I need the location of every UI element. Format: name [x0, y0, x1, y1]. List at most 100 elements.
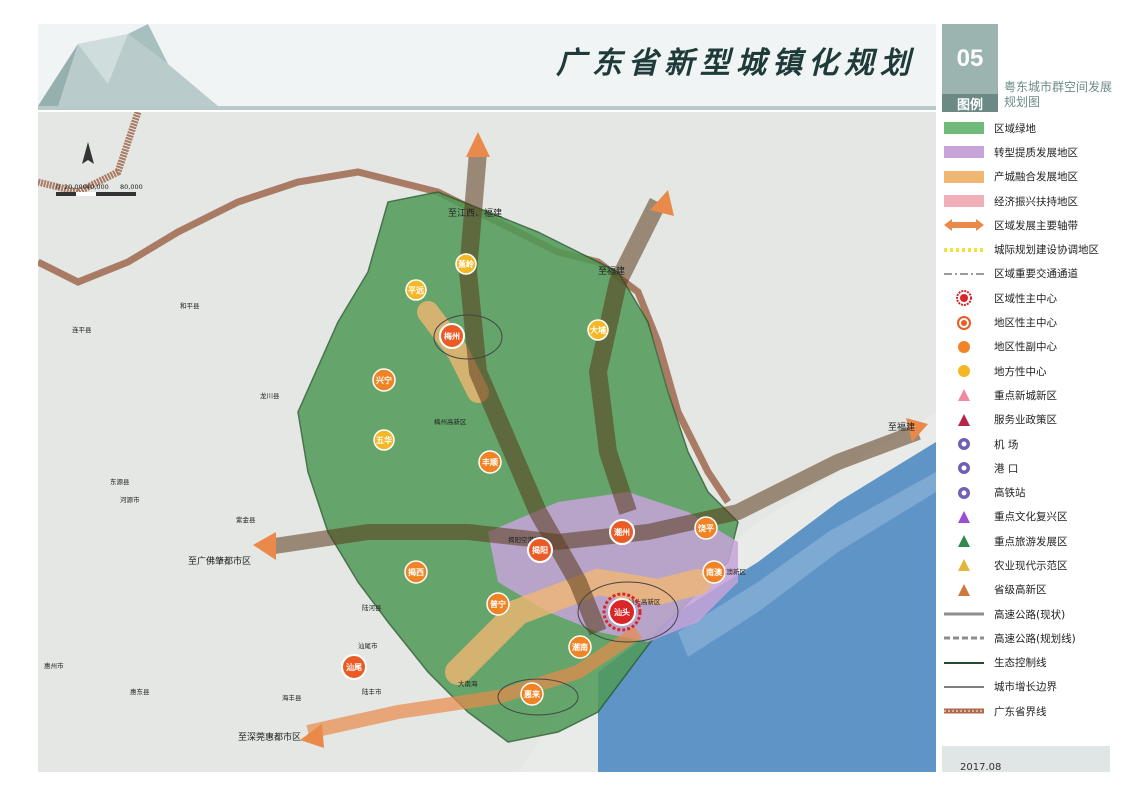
legend-item: 地区性主中心 — [942, 310, 1114, 334]
sheet-number: 05 — [942, 24, 998, 94]
yellow-dot-icon — [942, 363, 986, 379]
legend-item: 重点旅游发展区 — [942, 529, 1114, 553]
orange-dot-icon — [942, 339, 986, 355]
legend-label: 省级高新区 — [994, 584, 1047, 597]
label-meizhou: 梅州 — [444, 331, 460, 341]
yellow-dash-icon — [942, 242, 986, 258]
place-lufeng: 陆丰市 — [362, 687, 382, 696]
place-huizhou: 惠州市 — [44, 661, 64, 670]
place-shanwei: 汕尾市 — [358, 641, 378, 650]
highway-solid-icon — [942, 606, 986, 622]
legend-item: 区域绿地 — [942, 116, 1114, 140]
label-huilai: 惠来 — [524, 689, 541, 699]
label-dabu: 大埔 — [590, 325, 606, 335]
province-line-icon — [942, 703, 986, 719]
legend-label: 生态控制线 — [994, 657, 1047, 670]
legend-label: 高速公路(规划线) — [994, 632, 1076, 645]
header-triangle-decoration — [38, 24, 218, 106]
legend-item: 服务业政策区 — [942, 408, 1114, 432]
red-ring-center-icon — [942, 290, 986, 307]
legend-item: 转型提质发展地区 — [942, 140, 1114, 164]
pink-triangle-icon — [942, 387, 986, 403]
label-puning: 普宁 — [490, 599, 506, 609]
label-chaonan: 潮南 — [572, 642, 588, 652]
label-to-jiangxi-fujian: 至江西、福建 — [448, 207, 502, 219]
label-shantou: 汕头 — [614, 607, 630, 617]
map-canvas[interactable]: 0 20,000 40,000 80,000 至江西、福建 至福建 至广佛肇都市… — [38, 112, 936, 772]
place-danan: 大南海 — [458, 679, 478, 688]
crimson-triangle-icon — [942, 412, 986, 428]
legend-item: 生态控制线 — [942, 651, 1114, 675]
growth-line-icon — [942, 679, 986, 695]
label-pingyuan: 平远 — [408, 286, 424, 295]
legend-item: 区域性主中心 — [942, 286, 1114, 310]
label-shanwei: 汕尾 — [346, 662, 362, 672]
scale-label-0: 0 — [56, 183, 60, 191]
double-arrow-icon — [942, 217, 986, 233]
label-jiexi: 揭西 — [408, 567, 424, 577]
legend-label: 城市增长边界 — [994, 681, 1057, 694]
scale-label-80000: 80,000 — [120, 183, 143, 191]
label-to-shenzhen: 至深莞惠都市区 — [238, 731, 301, 743]
purple-area-icon — [942, 144, 986, 160]
place-lianping: 连平县 — [72, 325, 92, 334]
legend-item: 机 场 — [942, 432, 1114, 456]
footer-date: 2017.08 — [960, 762, 1002, 773]
place-dongyuan: 东源县 — [110, 477, 130, 486]
legend-item: 港 口 — [942, 456, 1114, 480]
legend-label: 重点旅游发展区 — [994, 535, 1068, 548]
label-wuhua: 五华 — [376, 435, 392, 445]
legend-item: 区域发展主要轴带 — [942, 213, 1114, 237]
legend-heading: 图例 — [942, 94, 998, 113]
legend-label: 广东省界线 — [994, 705, 1047, 718]
place-heyuan: 河源市 — [120, 495, 140, 504]
map-subtitle: 粤东城市群空间发展规划图 — [1004, 80, 1113, 109]
label-to-fujian-ne: 至福建 — [598, 265, 625, 277]
legend-item: 城际规划建设协调地区 — [942, 237, 1114, 261]
highway-dashed-icon — [942, 630, 986, 646]
label-fengshun: 丰顺 — [482, 457, 498, 467]
legend-label: 区域绿地 — [994, 122, 1036, 135]
legend-item: 高速公路(现状) — [942, 602, 1114, 626]
legend-item: 地方性中心 — [942, 359, 1114, 383]
legend-item: 重点新城新区 — [942, 383, 1114, 407]
legend-label: 转型提质发展地区 — [994, 146, 1078, 159]
legend-label: 城际规划建设协调地区 — [994, 244, 1099, 257]
legend-label: 高铁站 — [994, 487, 1026, 500]
legend-item: 广东省界线 — [942, 699, 1114, 723]
place-longchuan: 龙川县 — [260, 391, 280, 400]
legend-label: 重点新城新区 — [994, 389, 1057, 402]
legend-label: 地区性主中心 — [994, 317, 1057, 330]
scale-label-40000: 40,000 — [86, 183, 109, 191]
legend-label: 地区性副中心 — [994, 341, 1057, 354]
label-to-fujian-e: 至福建 — [888, 421, 915, 433]
legend-item: 产城融合发展地区 — [942, 165, 1114, 189]
label-jieyang: 揭阳 — [532, 545, 548, 555]
legend-item: 区域重要交通通道 — [942, 262, 1114, 286]
scale-label-20000: 20,000 — [64, 183, 87, 191]
green-triangle-icon — [942, 533, 986, 549]
place-meizhou-hitech: 梅州高新区 — [434, 417, 467, 426]
place-zijin: 紫金县 — [236, 515, 256, 524]
legend-item: 高速公路(规划线) — [942, 626, 1114, 650]
violet-triangle-icon — [942, 509, 986, 525]
rail-icon-icon — [942, 485, 986, 501]
airport-icon-icon — [942, 436, 986, 452]
label-raoping: 饶平 — [698, 523, 714, 533]
legend-label: 港 口 — [994, 462, 1019, 475]
legend-item: 重点文化复兴区 — [942, 505, 1114, 529]
place-huidong: 惠东县 — [130, 687, 150, 696]
eco-line-icon — [942, 655, 986, 671]
legend-item: 农业现代示范区 — [942, 553, 1114, 577]
brown-triangle-icon — [942, 582, 986, 598]
legend-label: 地方性中心 — [994, 365, 1047, 378]
green-area-icon — [942, 120, 986, 136]
orange-ring-center-icon — [942, 315, 986, 331]
label-jiaoling: 蕉岭 — [458, 259, 474, 269]
legend-label: 经济振兴扶持地区 — [994, 195, 1078, 208]
legend-item: 经济振兴扶持地区 — [942, 189, 1114, 213]
label-nanao: 南澳 — [706, 567, 723, 577]
header-bar: 广东省新型城镇化规划 — [38, 24, 936, 110]
port-icon-icon — [942, 460, 986, 476]
legend-label: 高速公路(现状) — [994, 608, 1066, 621]
